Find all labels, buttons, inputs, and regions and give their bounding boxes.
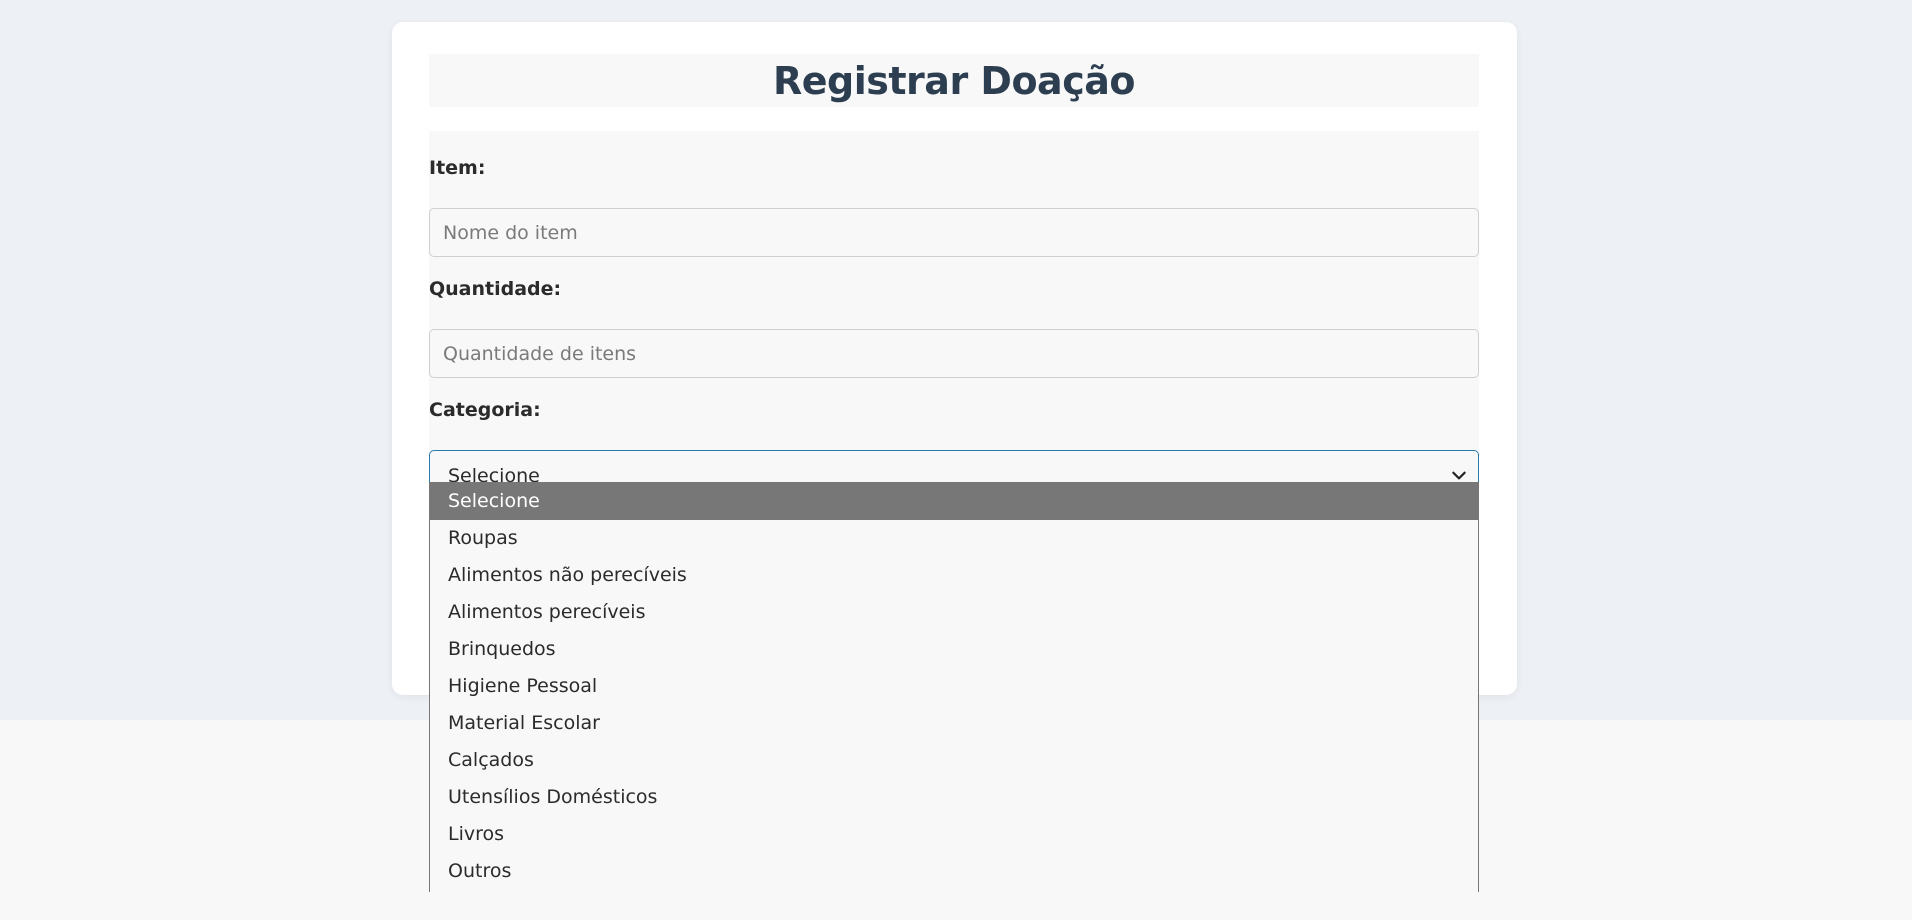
page-title: Registrar Doação <box>773 58 1135 103</box>
category-label: Categoria: <box>429 399 541 421</box>
category-option[interactable]: Selecione <box>430 483 1478 520</box>
category-option[interactable]: Material Escolar <box>430 705 1478 742</box>
category-dropdown-list: Selecione Roupas Alimentos não perecívei… <box>429 482 1479 892</box>
category-option[interactable]: Outros <box>430 853 1478 890</box>
item-label: Item: <box>429 157 486 179</box>
title-box: Registrar Doação <box>429 54 1479 107</box>
category-option[interactable]: Livros <box>430 816 1478 853</box>
donation-form: Item: Quantidade: Categoria: Selecione <box>429 131 1479 507</box>
category-option[interactable]: Alimentos não perecíveis <box>430 557 1478 594</box>
quantity-label: Quantidade: <box>429 278 562 300</box>
quantity-input[interactable] <box>429 329 1479 378</box>
category-option[interactable]: Higiene Pessoal <box>430 668 1478 705</box>
item-input[interactable] <box>429 208 1479 257</box>
category-option[interactable]: Utensílios Domésticos <box>430 779 1478 816</box>
category-option[interactable]: Alimentos perecíveis <box>430 594 1478 631</box>
category-option[interactable]: Calçados <box>430 742 1478 779</box>
category-option[interactable]: Brinquedos <box>430 631 1478 668</box>
category-option[interactable]: Roupas <box>430 520 1478 557</box>
